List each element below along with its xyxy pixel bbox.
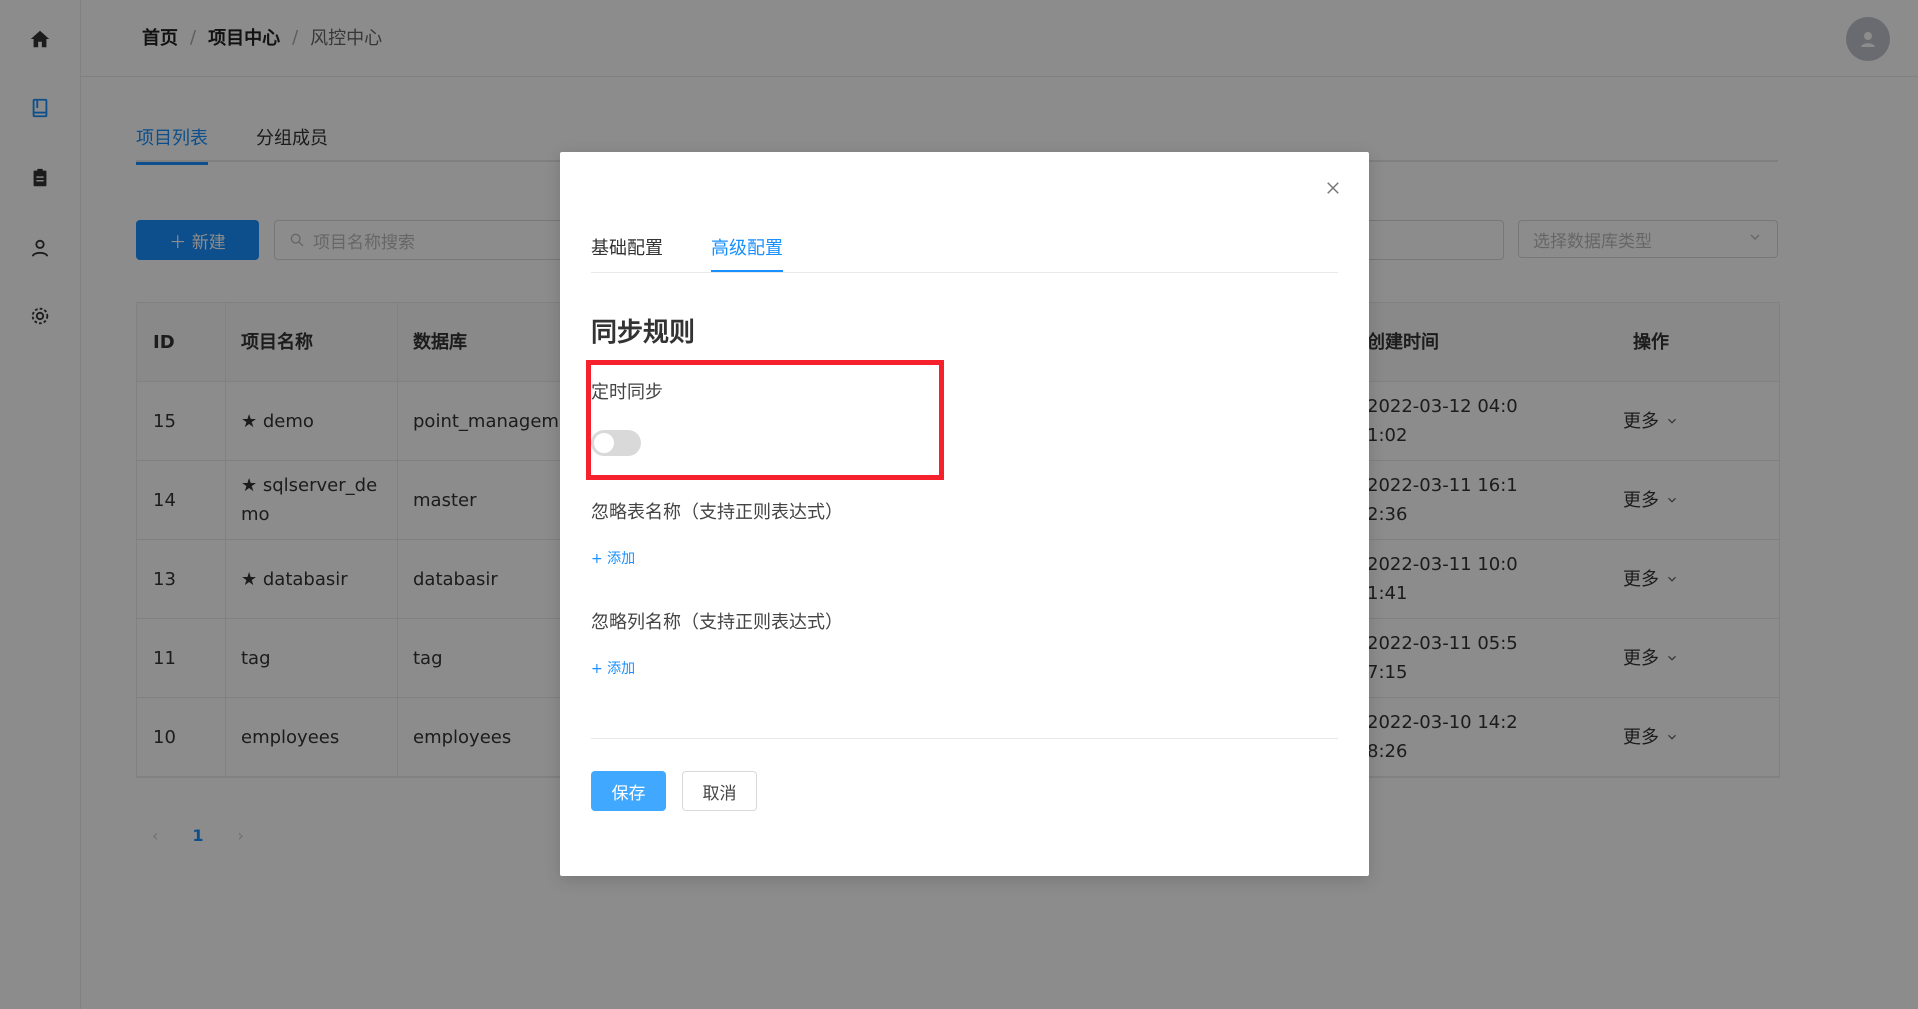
ignore-tables-label: 忽略表名称（支持正则表达式） (591, 502, 843, 523)
switch-knob (594, 433, 614, 453)
tab-basic-config[interactable]: 基础配置 (591, 234, 663, 270)
add-ignore-table-button[interactable]: + 添加 (591, 548, 635, 568)
add-ignore-column-button[interactable]: + 添加 (591, 658, 635, 678)
close-icon[interactable] (1323, 178, 1343, 198)
config-modal: 基础配置 高级配置 同步规则 定时同步 忽略表名称（支持正则表达式） + 添加 … (560, 152, 1369, 876)
save-button[interactable]: 保存 (591, 771, 666, 811)
modal-tabs: 基础配置 高级配置 (591, 234, 1338, 273)
schedule-sync-switch[interactable] (591, 430, 641, 456)
section-title: 同步规则 (591, 318, 696, 348)
cancel-button[interactable]: 取消 (682, 771, 757, 811)
ignore-columns-label: 忽略列名称（支持正则表达式） (591, 612, 843, 633)
tab-advanced-config[interactable]: 高级配置 (711, 234, 783, 272)
schedule-sync-label: 定时同步 (591, 382, 663, 403)
modal-divider (591, 738, 1338, 739)
